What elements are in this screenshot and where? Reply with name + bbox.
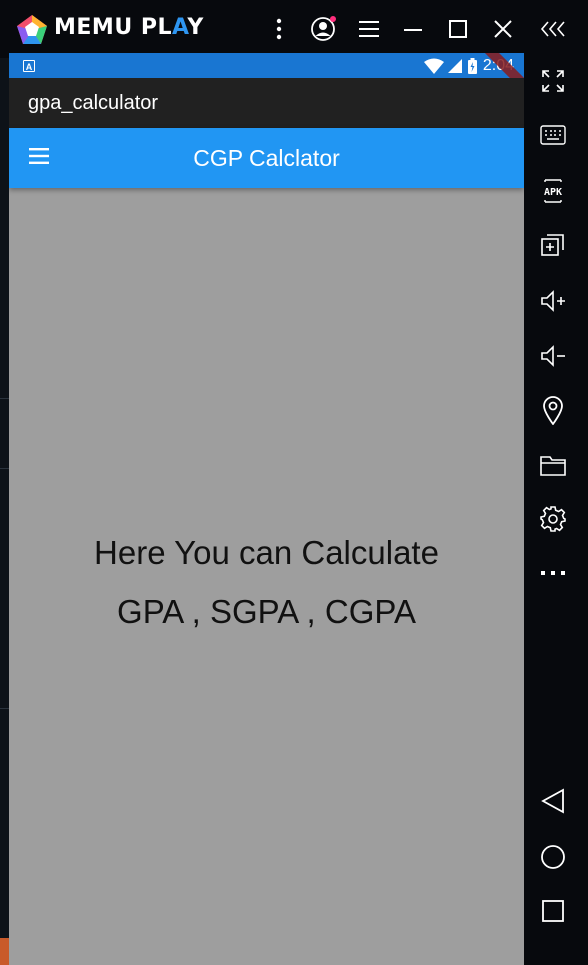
location-icon[interactable] <box>536 393 570 427</box>
android-status-bar: A 2:04 <box>9 53 524 101</box>
signal-icon <box>447 59 462 73</box>
emulator-title-bar[interactable]: MEMU PLAY <box>0 0 588 58</box>
collapse-sidebar-icon[interactable] <box>538 14 568 44</box>
emulator-sidebar: APK <box>524 58 588 965</box>
brand-prefix: MEMU PL <box>54 15 172 40</box>
memu-emulator-window: MEMU PLAY A gpa_calculator CGP Calclator… <box>0 0 588 965</box>
app-bar: CGP Calclator <box>9 128 524 188</box>
battery-icon <box>467 58 477 74</box>
minimize-icon[interactable] <box>398 14 428 44</box>
multi-instance-icon[interactable] <box>536 228 570 262</box>
brand-play-a: A <box>171 15 188 40</box>
wifi-icon <box>423 58 444 74</box>
back-icon[interactable] <box>536 784 570 818</box>
volume-up-icon[interactable] <box>536 284 570 318</box>
close-icon[interactable] <box>488 14 518 44</box>
account-icon[interactable] <box>308 14 338 44</box>
android-screen[interactable]: A 2:04 gpa_calculator CGP C <box>9 53 524 965</box>
memu-logo-icon <box>16 14 48 46</box>
app-bar-title: CGP Calclator <box>193 145 340 171</box>
volume-down-icon[interactable] <box>536 339 570 373</box>
menu-lines-icon[interactable] <box>354 14 384 44</box>
apk-icon[interactable]: APK <box>536 174 570 208</box>
emulator-brand-name: MEMU PLAY <box>54 15 204 40</box>
maximize-icon[interactable] <box>443 14 473 44</box>
folder-icon[interactable] <box>536 448 570 482</box>
brand-suffix: Y <box>187 15 204 40</box>
host-desktop-edge <box>0 58 9 965</box>
notification-icon: A <box>23 60 35 72</box>
app-title-bar: gpa_calculator <box>9 78 524 128</box>
more-horizontal-icon[interactable] <box>536 556 570 590</box>
welcome-message: Here You can Calculate GPA , SGPA , CGPA <box>9 523 524 641</box>
settings-icon[interactable] <box>536 502 570 536</box>
keyboard-icon[interactable] <box>536 118 570 152</box>
recents-icon[interactable] <box>536 894 570 928</box>
more-vertical-icon[interactable] <box>264 14 294 44</box>
welcome-line-2: GPA , SGPA , CGPA <box>117 593 416 630</box>
app-window-title: gpa_calculator <box>28 92 159 114</box>
apk-label: APK <box>544 187 562 198</box>
fullscreen-icon[interactable] <box>536 64 570 98</box>
welcome-line-1: Here You can Calculate <box>94 534 439 571</box>
home-icon[interactable] <box>536 840 570 874</box>
